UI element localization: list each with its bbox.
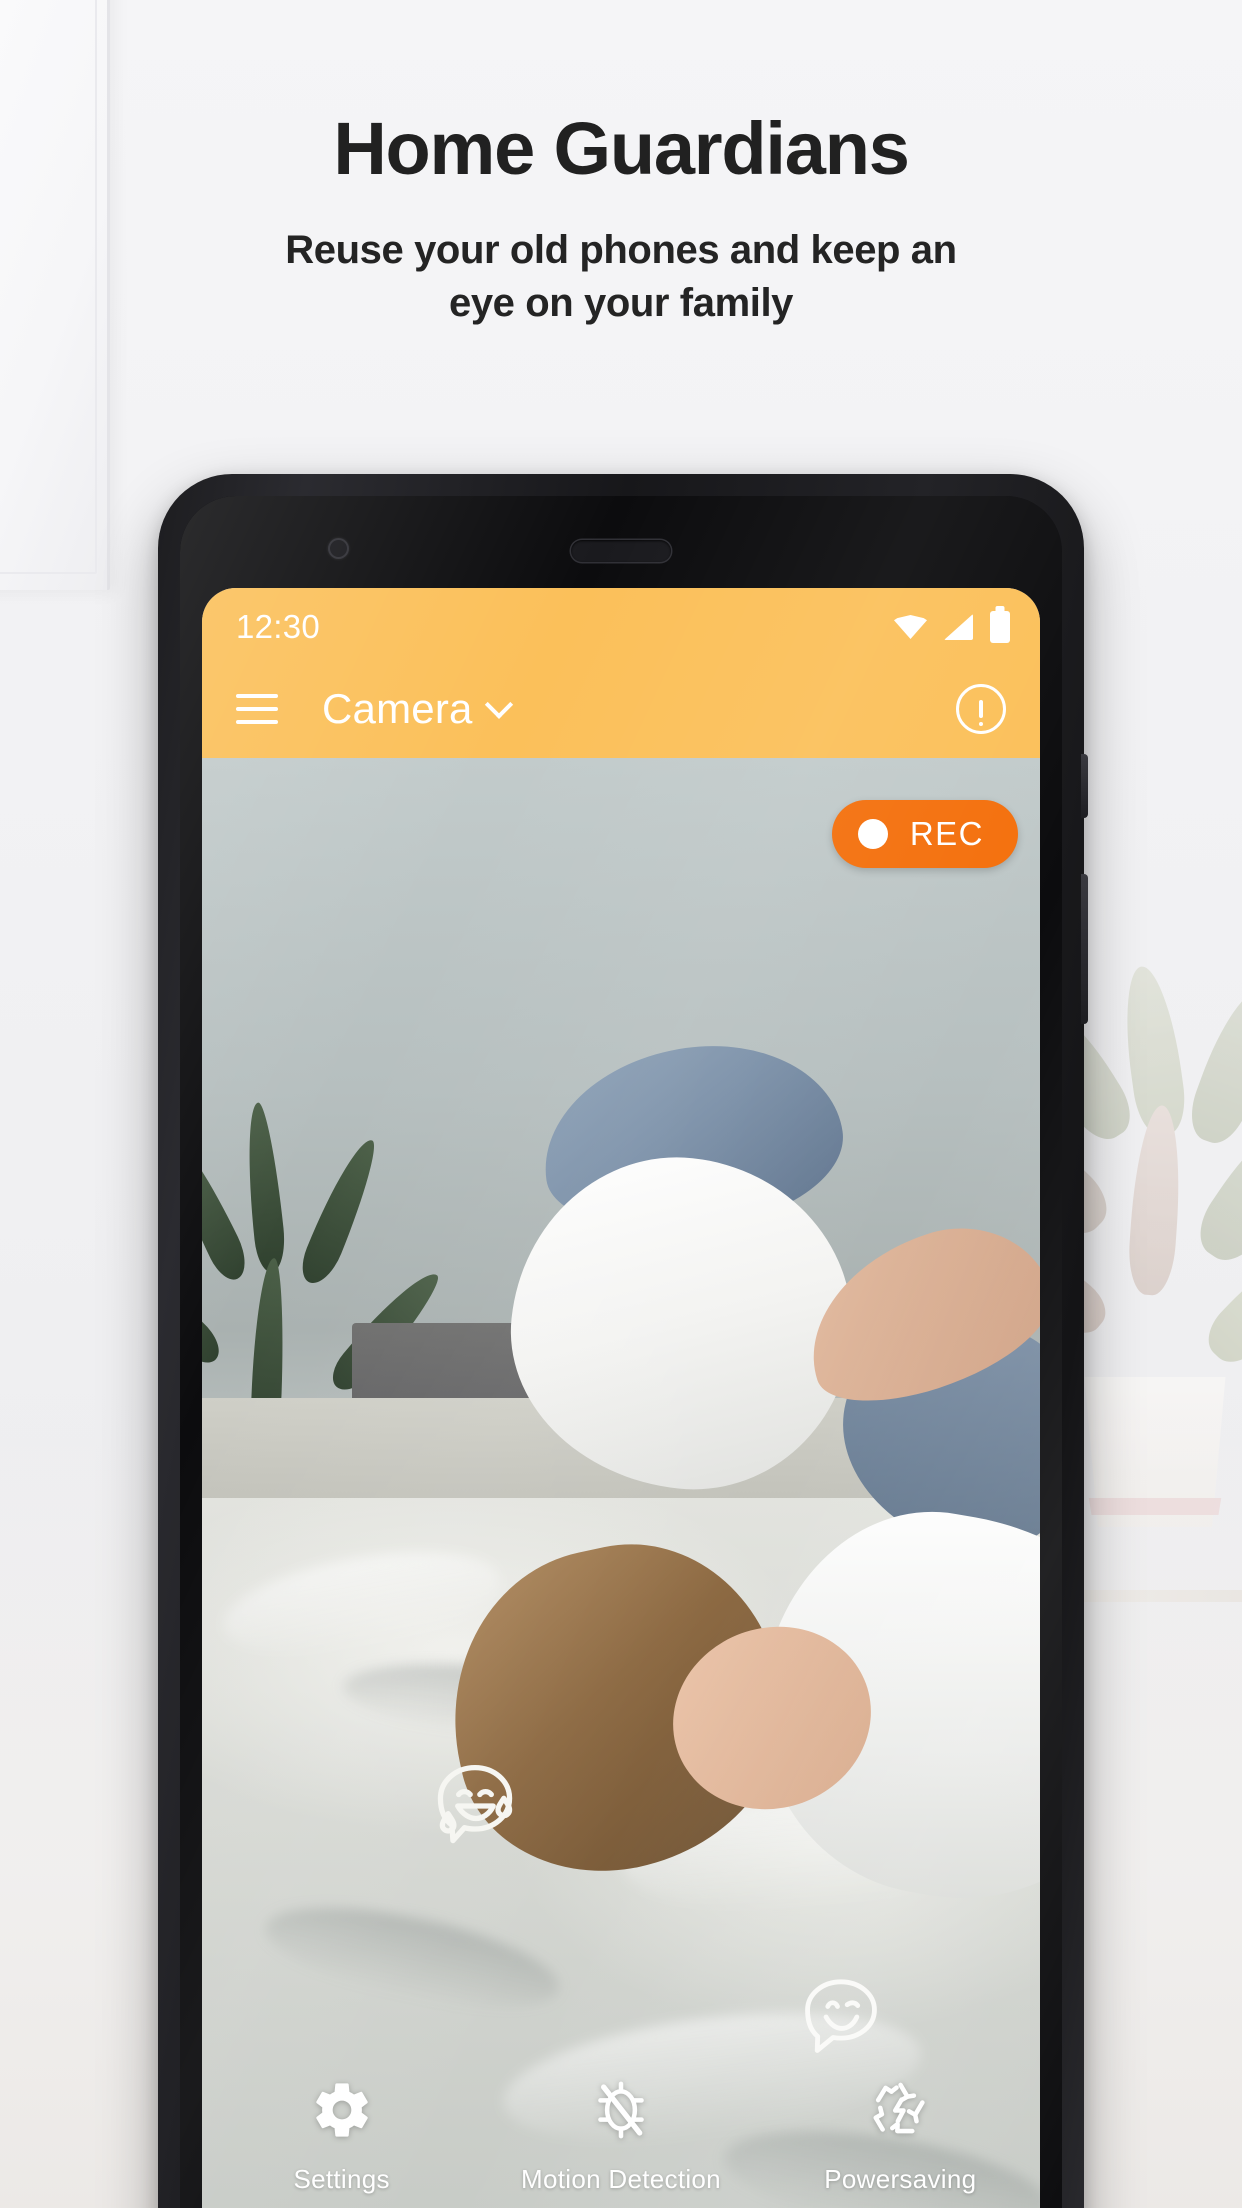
- alert-circle-icon[interactable]: [956, 684, 1006, 734]
- hamburger-menu-icon[interactable]: [236, 694, 278, 724]
- phone-mockup: 12:30 Camera REC Settings Motion Detecti…: [158, 474, 1088, 2208]
- phone-top-bezel: [180, 496, 1062, 588]
- cellular-signal-icon: [944, 614, 973, 640]
- bottom-nav-label: Motion Detection: [521, 2164, 721, 2194]
- phone-power-button[interactable]: [1081, 754, 1088, 818]
- page-subtitle: Reuse your old phones and keep an eye on…: [285, 228, 957, 325]
- hamburger-bar: [236, 707, 278, 711]
- bottom-nav-label: Settings: [293, 2164, 390, 2194]
- phone-volume-button[interactable]: [1081, 874, 1088, 1024]
- page-title: Home Guardians: [333, 107, 910, 190]
- alert-exclamation: [979, 700, 983, 726]
- bottom-nav-label: Powersaving: [824, 2164, 977, 2194]
- laughing-tears-bubble-icon[interactable]: [427, 1758, 523, 1854]
- phone-screen-shell: 12:30 Camera REC Settings Motion Detecti…: [180, 496, 1062, 2208]
- winking-smiley-bubble-icon[interactable]: [797, 1973, 885, 2061]
- app-bar-title: Camera: [322, 685, 473, 732]
- camera-live-feed[interactable]: REC Settings Motion Detection Powersavin…: [202, 758, 1040, 2208]
- status-bar: 12:30: [202, 588, 1040, 660]
- record-badge-label: REC: [909, 815, 984, 852]
- chevron-down-icon: [484, 690, 513, 719]
- camera-selector[interactable]: Camera: [322, 685, 513, 733]
- motion-detection-off-icon: [598, 2081, 644, 2139]
- hamburger-bar: [236, 694, 278, 698]
- gear-icon: [315, 2083, 368, 2137]
- powersaving-recycle-bolt-icon: [873, 2082, 925, 2134]
- app-bar: Camera: [202, 660, 1040, 758]
- battery-icon: [990, 611, 1010, 643]
- status-bar-clock: 12:30: [236, 608, 321, 645]
- bottom-action-bar: Settings Motion Detection Powersaving: [202, 2064, 1040, 2208]
- bottom-nav-motion-detection[interactable]: Motion Detection: [483, 2078, 760, 2195]
- earpiece-speaker: [571, 540, 671, 562]
- bottom-nav-powersaving[interactable]: Powersaving: [762, 2078, 1039, 2195]
- status-bar-icons: [894, 611, 1010, 643]
- record-dot-icon: [857, 819, 888, 849]
- app-screen: 12:30 Camera REC Settings Motion Detecti…: [202, 588, 1040, 2208]
- bottom-nav-settings[interactable]: Settings: [203, 2078, 480, 2195]
- front-camera-icon: [328, 538, 349, 559]
- record-status-badge[interactable]: REC: [831, 800, 1018, 868]
- wifi-icon: [894, 615, 927, 639]
- promo-copy: Home Guardians Reuse your old phones and…: [0, 112, 1242, 330]
- hamburger-bar: [236, 720, 278, 724]
